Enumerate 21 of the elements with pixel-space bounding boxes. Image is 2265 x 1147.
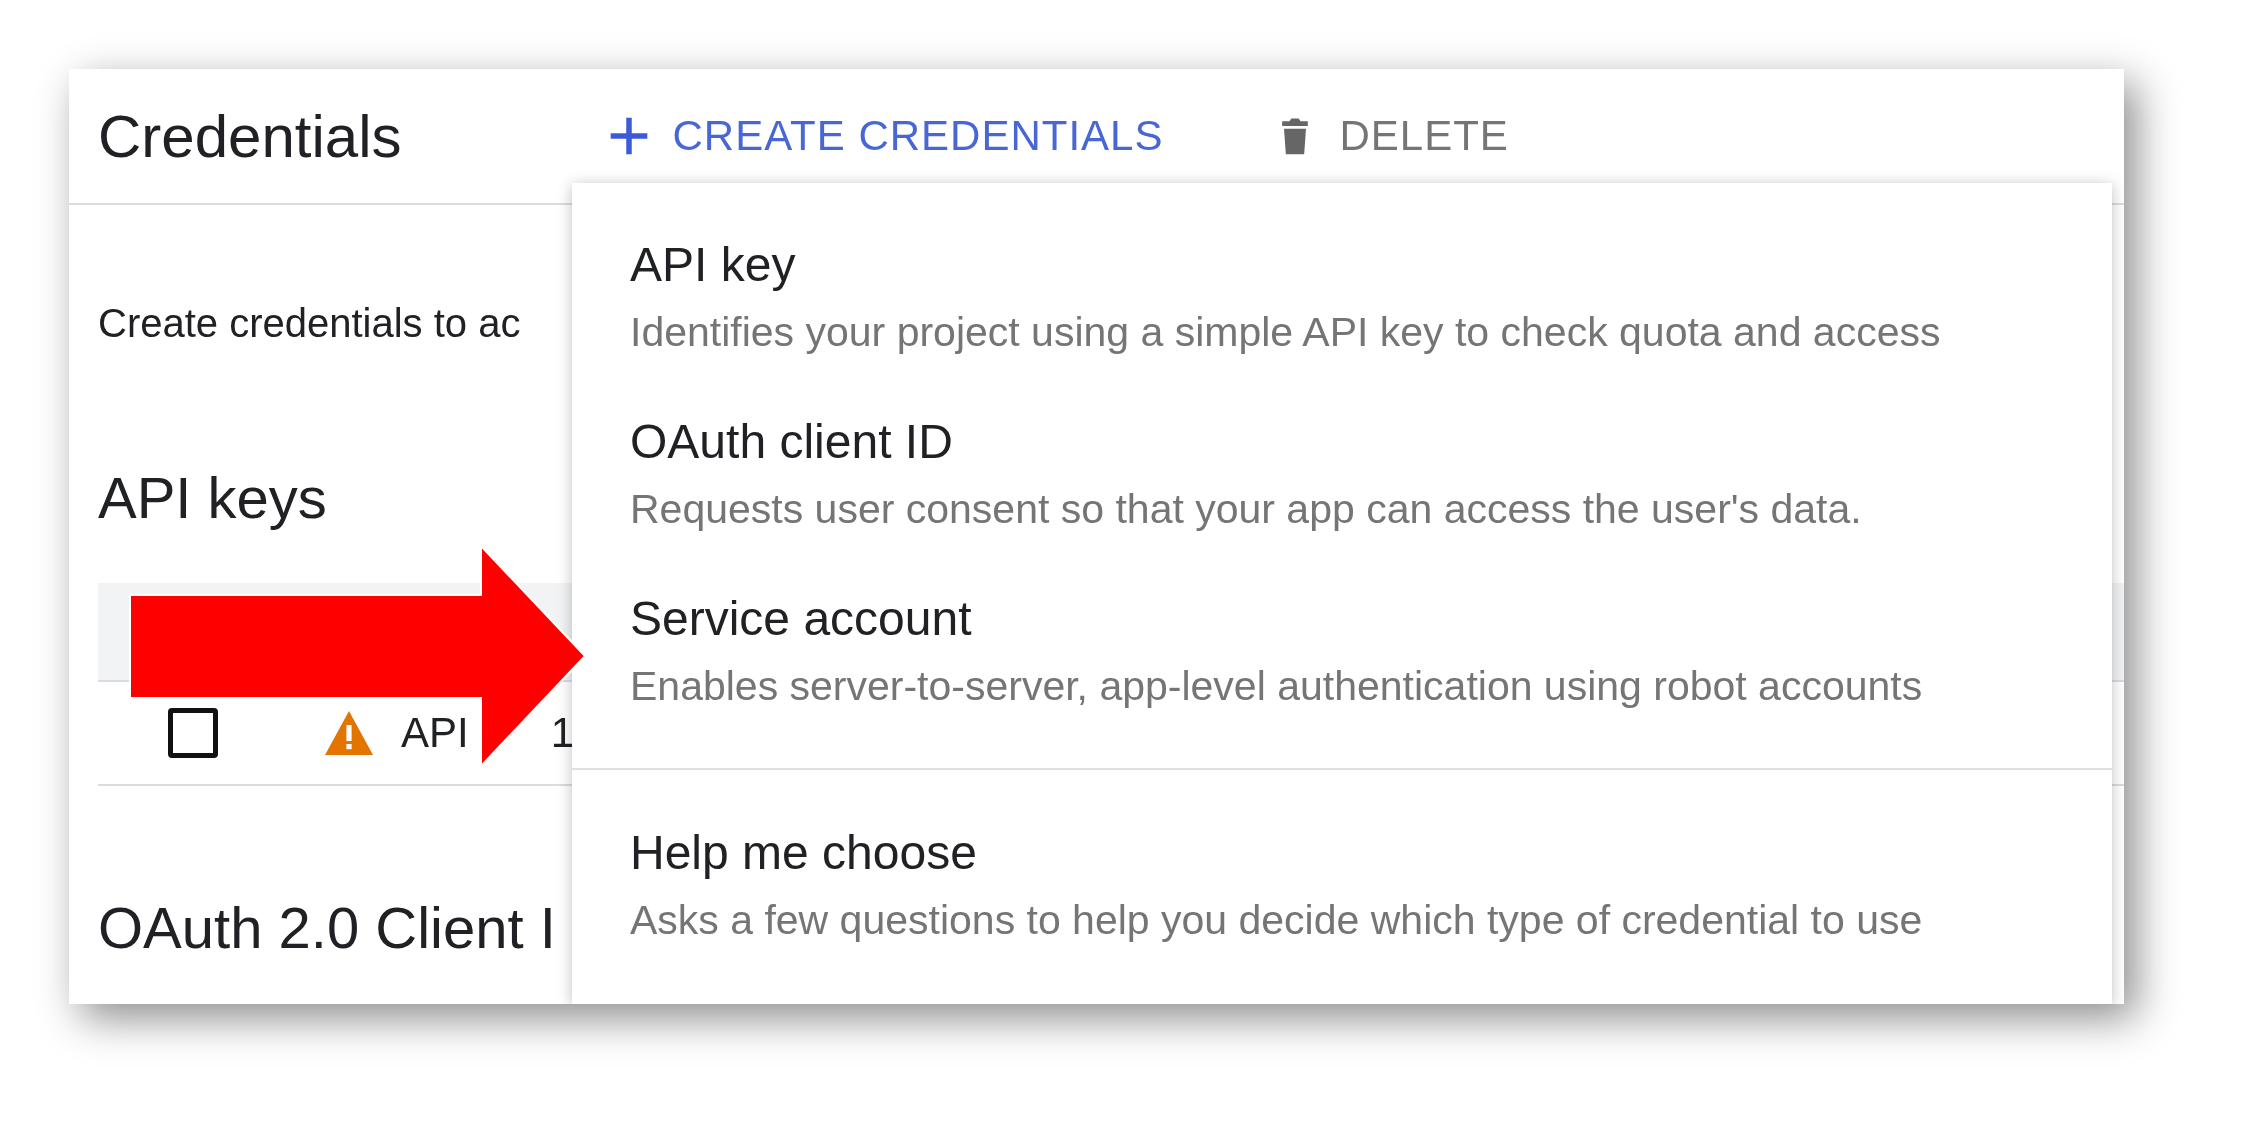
menu-item[interactable]: OAuth client ID Requests user consent so that your app can access the user's data.: [572, 414, 2112, 534]
menu-item-description: Requests user consent so that your app can access the user's data.: [630, 485, 1863, 534]
menu-item-title: Help me choose: [630, 825, 978, 881]
menu-item-description: Asks a few questions to help you decide which type of credential to use: [630, 896, 1924, 945]
intro-text: Create credentials to ac: [98, 300, 521, 347]
section-heading: API keys: [98, 465, 327, 531]
checkbox[interactable]: [168, 708, 218, 758]
key-name: 1: [550, 709, 575, 757]
key-name: API: [401, 709, 469, 757]
menu-item-description: Enables server-to-server, app-level authentication using robot accounts: [630, 662, 1924, 711]
menu-item-description: Identifies your project using a simple API key to check quota and access: [630, 308, 1942, 357]
menu-item-title: Service account: [630, 591, 973, 647]
menu-item[interactable]: Service account Enables server-to-server, app-level authentication using robot accounts: [572, 591, 2112, 711]
section-heading: OAuth 2.0 Client I: [98, 895, 556, 961]
menu-item[interactable]: Help me choose Asks a few questions to help you decide which type of credential to use: [572, 825, 2112, 945]
create-credentials-button[interactable]: CREATE CREDENTIALS: [606, 112, 1164, 160]
delete-button[interactable]: DELETE: [1273, 112, 1509, 160]
menu-item-title: API key: [630, 237, 797, 293]
page-title: Credentials: [98, 101, 402, 171]
menu-item-title: OAuth client ID: [630, 414, 954, 470]
menu-item[interactable]: API key Identifies your project using a simple API key to check quota and access: [572, 237, 2112, 357]
